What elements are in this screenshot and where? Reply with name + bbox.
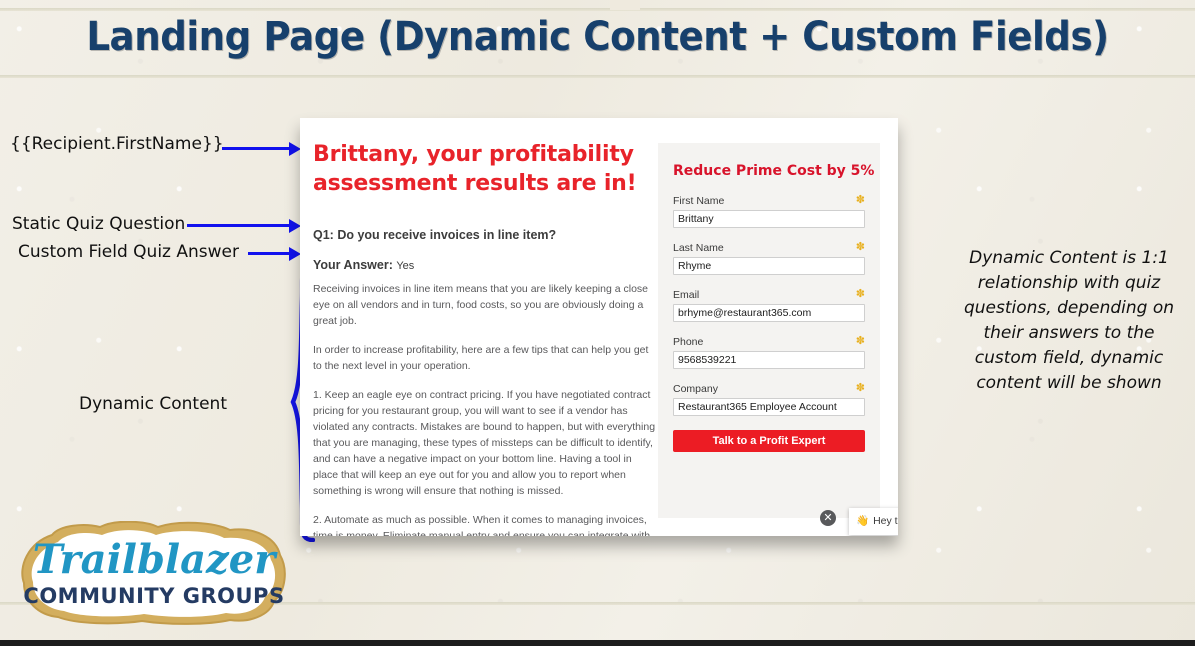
quiz-answer-value: Yes [396,260,415,272]
quiz-question-label: Q1: [313,228,334,242]
form-label-last-name: Last Name [673,242,724,254]
bottom-bar [0,640,1195,646]
annotation-recipient-token: {{Recipient.FirstName}} [10,134,224,154]
arrow-static-quiz-question [187,218,301,233]
side-note: Dynamic Content is 1:1 relationship with… [963,248,1175,393]
body-paragraph: In order to increase profitability, here… [313,344,649,372]
annotation-dynamic-content: Dynamic Content [79,394,227,414]
required-asterisk-icon: ✽ [855,382,865,394]
quiz-answer-label: Your Answer: [313,258,393,272]
waving-hand-icon: 👋 [856,515,870,527]
landing-headline: Brittany, your profitability assessment … [313,142,637,196]
form-field-company: Company ✽ [673,383,865,416]
chat-bubble[interactable]: 👋Hey ther [849,508,898,535]
quiz-answer-row: Your Answer: Yes [313,258,414,272]
form-label-company: Company [673,383,718,395]
logo-script-text: Trailblazer [33,536,278,583]
required-asterisk-icon: ✽ [855,241,865,253]
body-paragraph: 1. Keep an eagle eye on contract pricing… [313,389,656,497]
arrow-custom-field-quiz-answer [248,246,301,261]
form-field-last-name: Last Name ✽ [673,242,865,275]
trailblazer-community-groups-logo: Trailblazer COMMUNITY GROUPS [21,521,286,625]
form-field-email: Email ✽ [673,289,865,322]
body-paragraph: 2. Automate as much as possible. When it… [313,514,651,536]
annotation-static-quiz-question: Static Quiz Question [12,214,186,234]
top-divider-line [0,8,1195,11]
email-input[interactable] [673,304,865,322]
form-field-phone: Phone ✽ [673,336,865,369]
required-asterisk-icon: ✽ [855,288,865,300]
form-title: Reduce Prime Cost by 5% [673,163,875,179]
required-asterisk-icon: ✽ [855,335,865,347]
dynamic-content-body: Receiving invoices in line item means th… [313,281,658,536]
top-notch [610,0,640,10]
landing-page-card: Brittany, your profitability assessment … [300,118,898,536]
form-label-first-name: First Name [673,195,725,207]
annotation-custom-field-quiz-answer: Custom Field Quiz Answer [18,242,239,262]
form-label-email: Email [673,289,700,301]
first-name-input[interactable] [673,210,865,228]
form-label-phone: Phone [673,336,704,348]
title-divider-line [0,75,1195,78]
quiz-question-text: Do you receive invoices in line item? [333,228,557,242]
phone-input[interactable] [673,351,865,369]
page-title: Landing Page (Dynamic Content + Custom F… [86,14,1109,60]
lead-capture-form: Reduce Prime Cost by 5% First Name ✽ Las… [658,143,880,518]
chat-message: Hey ther [873,515,898,527]
body-paragraph: Receiving invoices in line item means th… [313,283,649,327]
quiz-question: Q1: Do you receive invoices in line item… [313,228,556,242]
chat-close-icon[interactable]: ✕ [820,510,836,526]
submit-button[interactable]: Talk to a Profit Expert [673,430,865,452]
form-field-first-name: First Name ✽ [673,195,865,228]
required-asterisk-icon: ✽ [855,194,865,206]
company-input[interactable] [673,398,865,416]
arrow-recipient-token [222,141,301,156]
logo-subtitle-text: COMMUNITY GROUPS [23,584,284,608]
slide-canvas: Landing Page (Dynamic Content + Custom F… [0,0,1195,646]
last-name-input[interactable] [673,257,865,275]
